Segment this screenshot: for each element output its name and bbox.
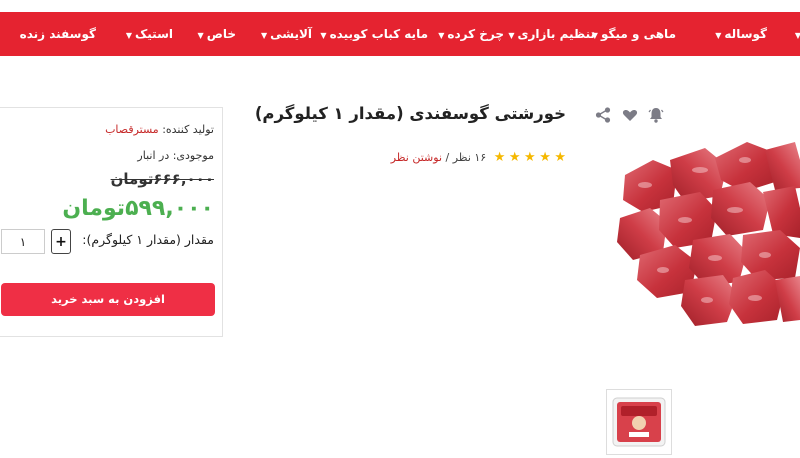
rating-separator: /	[445, 151, 450, 164]
old-price: ۶۶۶,۰۰۰تومان	[110, 170, 214, 188]
package-thumbnail-icon	[612, 397, 666, 447]
stock-line: موجودی: در انبار	[137, 149, 214, 162]
quantity-label: مقدار (مقدار ۱ کیلوگرم):	[82, 232, 214, 247]
producer-link[interactable]: مسترقصاب	[105, 123, 159, 136]
nav-item-label: ماهی و میگو	[600, 27, 676, 41]
add-to-cart-button[interactable]: افزودن به سبد خرید	[1, 283, 215, 316]
nav-item-special[interactable]: خاص▼	[198, 12, 236, 56]
review-count[interactable]: ۱۶ نظر	[453, 151, 486, 164]
nav-item-offal[interactable]: آلایشی▼	[261, 12, 312, 56]
star-icon: ★	[539, 150, 551, 165]
chevron-down-icon: ▼	[197, 31, 204, 40]
nav-item-minced[interactable]: چرخ کرده▼	[438, 12, 504, 56]
nav-item-steak[interactable]: استیک▼	[126, 12, 173, 56]
nav-item-label: آلایشی	[270, 27, 312, 41]
bell-icon-svg	[648, 108, 664, 123]
chevron-down-icon: ▼	[508, 31, 515, 40]
producer-label: تولید کننده:	[162, 123, 214, 136]
new-price: ۵۹۹,۰۰۰تومان	[62, 196, 214, 221]
chevron-down-icon: ▼	[260, 31, 268, 40]
rating-row: ★ ★ ★ ★ ★ ۱۶ نظر / نوشتن نظر	[300, 150, 566, 165]
star-icon: ★	[554, 150, 566, 165]
nav-item-label: تنظیم بازاری	[517, 27, 595, 41]
nav-item-market-cut[interactable]: تنظیم بازاری▼	[508, 12, 595, 56]
buy-box: تولید کننده: مسترقصاب موجودی: در انبار ۶…	[0, 107, 223, 337]
heart-icon-svg	[622, 110, 638, 121]
product-main-image[interactable]	[615, 130, 800, 355]
nav-item-label: چرخ کرده	[447, 27, 504, 41]
star-icon: ★	[524, 150, 536, 165]
nav-item-label: استیک	[135, 27, 173, 41]
product-title: خورشتی گوسفندی (مقدار ۱ کیلوگرم)	[254, 104, 566, 123]
star-icon: ★	[508, 150, 521, 165]
top-navigation-bar: ▼ گوساله▼ ماهی و میگو▼ تنظیم بازاری▼ چرخ…	[0, 12, 800, 56]
nav-item-label: مایه کباب کوبیده	[329, 27, 428, 41]
chevron-down-icon: ▼	[794, 31, 800, 40]
chevron-down-icon: ▼	[438, 31, 445, 40]
nav-item-dropdown-partial[interactable]: ▼	[795, 12, 800, 56]
nav-item-label: گوسفند زنده	[19, 27, 96, 41]
write-review-link[interactable]: نوشتن نظر	[391, 151, 442, 164]
chevron-down-icon: ▼	[320, 31, 327, 40]
nav-item-fish-shrimp[interactable]: ماهی و میگو▼	[592, 12, 676, 56]
nav-item-calf[interactable]: گوساله▼	[715, 12, 767, 56]
quantity-increment-button[interactable]: +	[51, 229, 71, 254]
chevron-down-icon: ▼	[125, 31, 132, 40]
stock-value: در انبار	[137, 149, 170, 162]
chevron-down-icon: ▼	[715, 31, 722, 40]
heart-icon[interactable]	[621, 106, 639, 124]
share-icon[interactable]	[594, 106, 612, 124]
nav-item-label: خاص	[206, 27, 236, 41]
bell-icon[interactable]	[647, 106, 665, 124]
share-icon-svg	[595, 107, 611, 123]
nav-item-label: گوساله	[724, 27, 767, 41]
stock-label: موجودی:	[172, 149, 214, 162]
star-icon: ★	[493, 150, 506, 165]
producer-line: تولید کننده: مسترقصاب	[105, 123, 214, 136]
quantity-input[interactable]	[1, 229, 45, 254]
nav-item-live-sheep[interactable]: گوسفند زنده	[20, 12, 96, 56]
nav-item-kebab-base[interactable]: مایه کباب کوبیده▼	[320, 12, 428, 56]
meat-cubes-image	[617, 142, 800, 326]
product-thumbnail[interactable]	[606, 389, 672, 455]
